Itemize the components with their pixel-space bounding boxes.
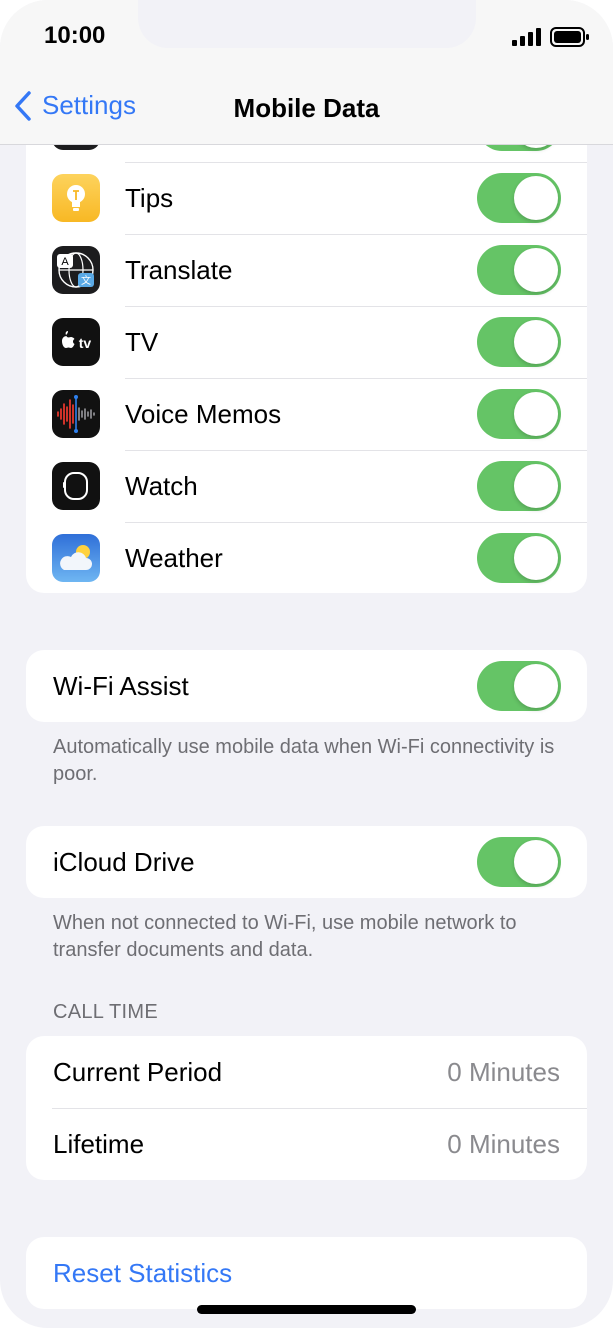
wifi-assist-toggle[interactable] (477, 661, 561, 711)
svg-text:tv: tv (79, 335, 92, 351)
tips-toggle[interactable] (477, 173, 561, 223)
toggle-knob (514, 320, 558, 364)
app-label: Watch (125, 471, 198, 501)
home-indicator[interactable] (197, 1305, 416, 1314)
list-item: Weather (26, 522, 587, 593)
weather-icon (52, 534, 100, 582)
wifi-assist-row: Wi-Fi Assist (26, 650, 587, 722)
list-item: Tips (26, 162, 587, 234)
call-time-group: Current Period 0 Minutes Lifetime 0 Minu… (26, 1036, 587, 1180)
list-item: Watch (26, 450, 587, 522)
icloud-drive-footnote: When not connected to Wi-Fi, use mobile … (53, 912, 517, 961)
reset-statistics-label: Reset Statistics (53, 1258, 233, 1288)
lifetime-label: Lifetime (53, 1129, 145, 1159)
toggle-knob (514, 248, 558, 292)
svg-text:A: A (61, 256, 69, 268)
notch (138, 0, 476, 48)
phone-screen: 10:00 Settings Mobile Data Tips A 文 Tran… (0, 0, 613, 1328)
tips-icon (52, 174, 100, 222)
translate-toggle[interactable] (477, 245, 561, 295)
svg-text:文: 文 (81, 274, 91, 287)
wifi-assist-group: Wi-Fi Assist (26, 650, 587, 722)
voice-memos-toggle[interactable] (477, 389, 561, 439)
separator (125, 306, 587, 307)
current-period-label: Current Period (53, 1057, 223, 1087)
reset-statistics-button[interactable]: Reset Statistics (26, 1237, 587, 1309)
watch-toggle[interactable] (477, 461, 561, 511)
weather-toggle[interactable] (477, 533, 561, 583)
battery-icon (550, 27, 589, 47)
app-label: Weather (125, 543, 223, 573)
page-title: Mobile Data (233, 93, 380, 123)
current-period-value: 0 Minutes (447, 1057, 560, 1087)
tv-icon: tv (52, 318, 100, 366)
list-item: A 文 Translate (26, 234, 587, 306)
icloud-drive-label: iCloud Drive (53, 847, 195, 877)
reset-group: Reset Statistics (26, 1237, 587, 1309)
icloud-drive-row: iCloud Drive (26, 826, 587, 898)
lifetime-row: Lifetime 0 Minutes (26, 1108, 587, 1180)
translate-icon: A 文 (52, 246, 100, 294)
toggle-knob (514, 840, 558, 884)
wifi-assist-footnote: Automatically use mobile data when Wi-Fi… (53, 736, 555, 785)
status-time: 10:00 (44, 22, 106, 49)
icloud-drive-toggle[interactable] (477, 837, 561, 887)
lifetime-value: 0 Minutes (447, 1129, 560, 1159)
list-item: tv TV (26, 306, 587, 378)
app-label: TV (125, 327, 159, 357)
status-bar: 10:00 (0, 0, 613, 72)
toggle-knob (514, 392, 558, 436)
icloud-drive-group: iCloud Drive (26, 826, 587, 898)
toggle-knob (514, 464, 558, 508)
toggle-knob (514, 536, 558, 580)
watch-icon (52, 462, 100, 510)
app-label: Translate (125, 255, 233, 285)
app-list-group: Tips A 文 Translate tv TV Voice Memos Wat… (26, 90, 587, 593)
voice-memos-icon (52, 390, 100, 438)
wifi-assist-label: Wi-Fi Assist (53, 671, 189, 701)
app-label: Tips (125, 183, 174, 213)
app-label: Voice Memos (125, 399, 282, 429)
toggle-knob (514, 176, 558, 220)
toggle-knob (514, 664, 558, 708)
separator (125, 162, 587, 163)
list-item: Voice Memos (26, 378, 587, 450)
current-period-row: Current Period 0 Minutes (26, 1036, 587, 1108)
cellular-signal-icon (512, 28, 541, 46)
call-time-header: CALL TIME (53, 1001, 158, 1023)
tv-toggle[interactable] (477, 317, 561, 367)
navigation-bar: Settings Mobile Data (0, 72, 613, 145)
